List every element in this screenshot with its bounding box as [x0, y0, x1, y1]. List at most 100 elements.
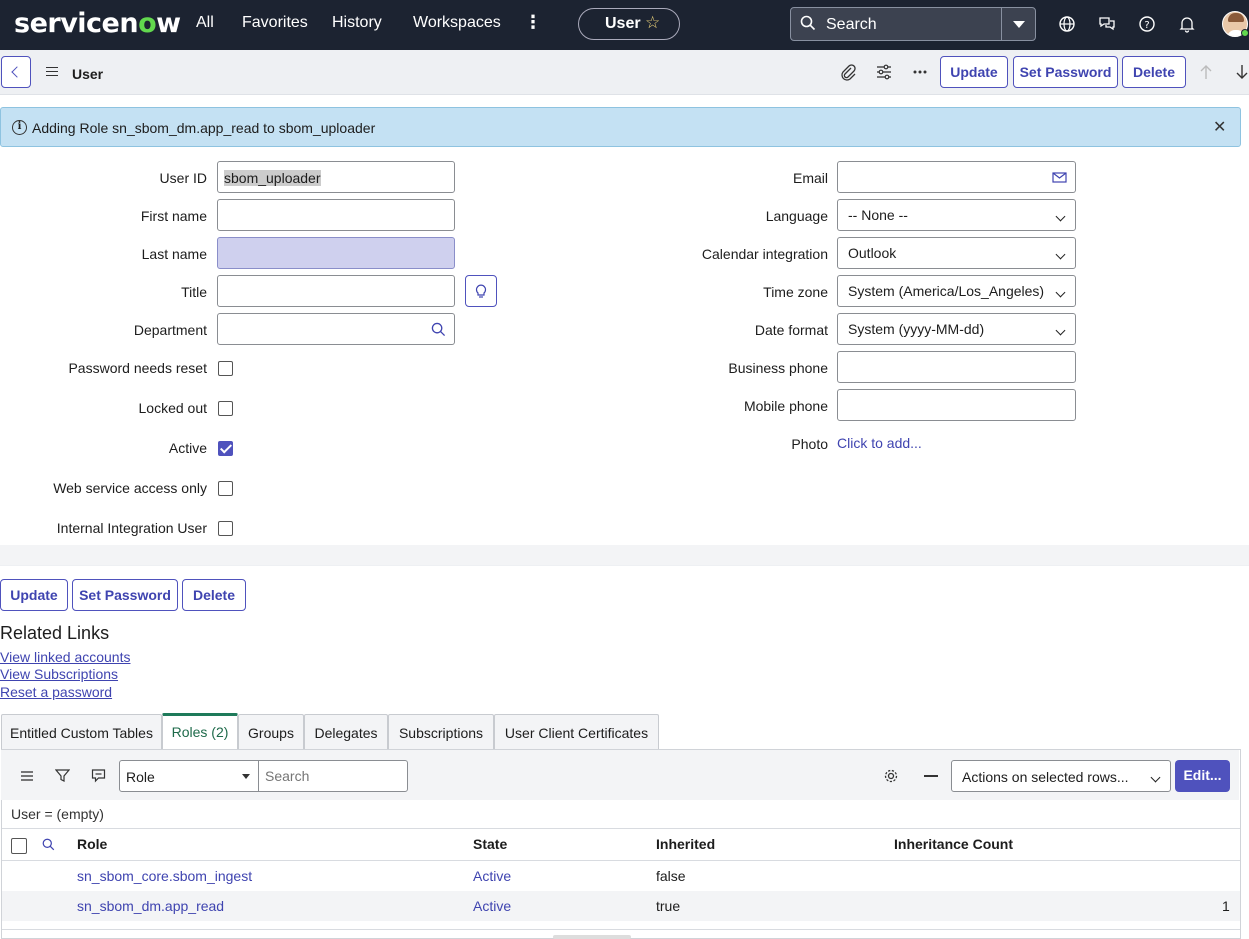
- next-record-icon[interactable]: [1233, 63, 1249, 81]
- list-search-input[interactable]: [258, 760, 408, 792]
- language-select[interactable]: -- None --: [837, 199, 1076, 231]
- role-link[interactable]: sn_sbom_core.sbom_ingest: [77, 868, 252, 884]
- tab-delegates[interactable]: Delegates: [304, 714, 388, 749]
- photo-label: Photo: [791, 436, 828, 452]
- bottom-delete-button[interactable]: Delete: [182, 579, 246, 611]
- servicenow-logo[interactable]: servicenow: [14, 8, 181, 39]
- tab-roles[interactable]: Roles (2): [162, 713, 238, 749]
- tab-groups[interactable]: Groups: [238, 714, 304, 749]
- scroll-handle[interactable]: [553, 935, 631, 939]
- last-name-field[interactable]: [217, 237, 455, 269]
- web-service-label: Web service access only: [53, 480, 207, 496]
- search-icon: [800, 15, 816, 31]
- active-label: Active: [168, 440, 207, 456]
- time-zone-select[interactable]: System (America/Los_Angeles): [837, 275, 1076, 307]
- nav-all[interactable]: All: [196, 14, 214, 32]
- help-icon[interactable]: ?: [1138, 15, 1156, 33]
- department-field[interactable]: [217, 313, 424, 345]
- user-id-label: User ID: [159, 170, 207, 186]
- column-header-state[interactable]: State: [473, 836, 507, 852]
- tab-entitled-custom-tables[interactable]: Entitled Custom Tables: [1, 714, 162, 749]
- active-checkbox[interactable]: [218, 441, 233, 456]
- form-divider: [0, 565, 1249, 566]
- internal-integration-checkbox[interactable]: [218, 521, 233, 536]
- department-lookup-button[interactable]: [423, 313, 455, 345]
- form-menu-icon[interactable]: [46, 67, 58, 76]
- user-id-field[interactable]: sbom_uploader: [217, 161, 455, 193]
- close-icon[interactable]: ✕: [1213, 117, 1226, 137]
- table-bottom-border: [2, 929, 1240, 930]
- locked-out-label: Locked out: [138, 400, 208, 416]
- update-button[interactable]: Update: [940, 56, 1008, 88]
- star-icon[interactable]: ☆: [645, 13, 660, 33]
- column-header-role[interactable]: Role: [77, 836, 107, 852]
- web-service-checkbox[interactable]: [218, 481, 233, 496]
- reset-password-link[interactable]: Reset a password: [0, 684, 112, 700]
- comment-icon[interactable]: [91, 768, 106, 783]
- calendar-integration-label: Calendar integration: [701, 246, 828, 262]
- previous-record-icon[interactable]: [1197, 63, 1215, 81]
- global-search[interactable]: Search: [790, 7, 1036, 41]
- first-name-field[interactable]: [217, 199, 455, 231]
- back-button[interactable]: [1, 56, 31, 88]
- inherited-value: false: [656, 868, 686, 884]
- photo-add-link[interactable]: Click to add...: [837, 435, 922, 451]
- locked-out-checkbox[interactable]: [218, 401, 233, 416]
- email-field[interactable]: [837, 161, 1045, 193]
- list-menu-icon[interactable]: [20, 769, 34, 783]
- delete-button[interactable]: Delete: [1122, 56, 1186, 88]
- more-actions-icon[interactable]: [911, 63, 929, 81]
- personalize-form-icon[interactable]: [875, 63, 893, 81]
- tab-subscriptions[interactable]: Subscriptions: [388, 714, 494, 749]
- first-name-label: First name: [140, 208, 207, 224]
- collapse-icon[interactable]: [924, 775, 938, 777]
- date-format-select[interactable]: System (yyyy-MM-dd): [837, 313, 1076, 345]
- state-link[interactable]: Active: [473, 868, 511, 884]
- password-reset-checkbox[interactable]: [218, 361, 233, 376]
- mail-icon: [1052, 172, 1067, 183]
- svg-text:?: ?: [1144, 20, 1149, 31]
- bottom-update-button[interactable]: Update: [0, 579, 68, 611]
- suggestion-button[interactable]: [465, 275, 497, 307]
- edit-button[interactable]: Edit...: [1175, 760, 1230, 792]
- role-link[interactable]: sn_sbom_dm.app_read: [77, 898, 224, 914]
- more-menu-icon[interactable]: ⋮: [524, 12, 542, 33]
- actions-select[interactable]: Actions on selected rows...: [951, 760, 1171, 792]
- email-label: Email: [792, 170, 828, 186]
- column-search-icon[interactable]: [42, 838, 55, 851]
- header-separator: [2, 828, 1240, 829]
- select-all-checkbox[interactable]: [11, 838, 27, 854]
- title-label: Title: [181, 284, 207, 300]
- chat-icon[interactable]: [1098, 15, 1116, 33]
- business-phone-field[interactable]: [837, 351, 1076, 383]
- column-header-inherited[interactable]: Inherited: [656, 836, 715, 852]
- title-field[interactable]: [217, 275, 455, 307]
- globe-icon[interactable]: [1058, 15, 1076, 33]
- email-send-button[interactable]: [1044, 161, 1076, 193]
- last-name-label: Last name: [141, 246, 207, 262]
- top-navigation: servicenow All Favorites History Workspa…: [0, 0, 1249, 50]
- view-linked-accounts-link[interactable]: View linked accounts: [0, 649, 130, 665]
- attachment-icon[interactable]: [839, 63, 857, 81]
- nav-workspaces[interactable]: Workspaces: [413, 14, 501, 32]
- bottom-set-password-button[interactable]: Set Password: [72, 579, 178, 611]
- view-subscriptions-link[interactable]: View Subscriptions: [0, 666, 118, 682]
- search-dropdown-icon[interactable]: [1001, 8, 1036, 40]
- search-field-value: Role: [126, 769, 155, 785]
- set-password-button[interactable]: Set Password: [1013, 56, 1118, 88]
- nav-favorites[interactable]: Favorites: [242, 14, 308, 32]
- column-header-inheritance-count[interactable]: Inheritance Count: [894, 836, 1013, 852]
- internal-integration-label: Internal Integration User: [56, 520, 207, 536]
- language-label: Language: [765, 208, 828, 224]
- related-links-title: Related Links: [0, 623, 110, 643]
- search-field-select[interactable]: Role: [119, 760, 259, 792]
- tab-user-client-certificates[interactable]: User Client Certificates: [494, 714, 659, 749]
- filter-icon[interactable]: [55, 768, 70, 783]
- context-pill[interactable]: User ☆: [578, 8, 680, 40]
- mobile-phone-field[interactable]: [837, 389, 1076, 421]
- gear-icon[interactable]: [883, 768, 899, 784]
- nav-history[interactable]: History: [332, 14, 382, 32]
- bell-icon[interactable]: [1178, 15, 1196, 33]
- state-link[interactable]: Active: [473, 898, 511, 914]
- calendar-integration-select[interactable]: Outlook: [837, 237, 1076, 269]
